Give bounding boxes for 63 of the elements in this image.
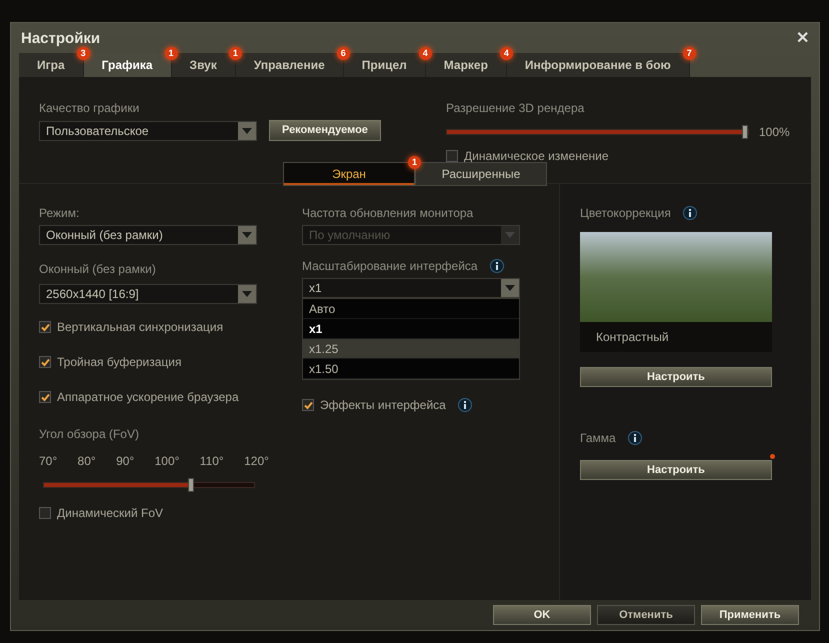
caret-icon <box>238 285 256 303</box>
checkbox[interactable] <box>39 507 51 519</box>
checkbox-label: Аппаратное ускорение браузера <box>57 389 239 406</box>
field-label: Частота обновления монитора <box>302 205 474 222</box>
notification-badge: 1 <box>164 47 178 60</box>
field-label: Качество графики <box>39 100 140 117</box>
tick-label: 110° <box>200 453 224 470</box>
field-label: Режим: <box>39 205 80 222</box>
checkbox[interactable] <box>446 150 458 162</box>
field-label: Оконный (без рамки) <box>39 262 156 276</box>
info-icon[interactable] <box>490 259 504 273</box>
checkbox[interactable] <box>39 321 51 333</box>
tick-label: 120° <box>244 453 269 470</box>
checkbox-label: Эффекты интерфейса <box>320 397 446 414</box>
slider-reading: 100% <box>759 124 790 141</box>
caret-icon <box>238 122 256 140</box>
close-button[interactable]: ✕ <box>796 27 809 51</box>
checkbox[interactable] <box>39 391 51 403</box>
scale-dropdown[interactable]: x1 <box>302 278 520 298</box>
tick-label: 100° <box>154 453 180 470</box>
mode-dropdown[interactable]: Оконный (без рамки) <box>39 225 257 245</box>
caret-icon <box>238 226 256 244</box>
slider-handle[interactable] <box>188 478 194 492</box>
footer-button[interactable]: Отменить <box>597 605 695 625</box>
field-label: Масштабирование интерфейса <box>302 258 478 275</box>
notification-badge: 3 <box>76 47 90 60</box>
configure-button[interactable]: Настроить <box>580 367 772 387</box>
checkbox-label: Вертикальная синхронизация <box>57 319 224 336</box>
footer-button[interactable]: OK <box>493 605 591 625</box>
quality-dropdown[interactable]: Пользовательское <box>39 120 257 140</box>
footer-button[interactable]: Применить <box>701 605 799 625</box>
field-label: Угол обзора (FoV) <box>39 427 139 441</box>
info-icon[interactable] <box>458 398 472 412</box>
notification-badge: 4 <box>418 47 432 60</box>
recommended-button[interactable]: Рекомендуемое <box>269 120 381 141</box>
notification-badge: 6 <box>336 47 350 60</box>
notification-badge: 4 <box>500 47 513 60</box>
field-label: Гамма <box>580 430 616 447</box>
dropdown-option[interactable]: x1.25 <box>303 339 519 359</box>
tick-label: 80° <box>78 453 96 470</box>
info-icon[interactable] <box>682 206 697 220</box>
tick-label: 90° <box>116 453 134 470</box>
info-icon[interactable] <box>628 431 642 445</box>
field-label: Разрешение 3D рендера <box>446 100 586 117</box>
checkbox[interactable] <box>302 399 314 411</box>
checkbox[interactable] <box>39 356 51 368</box>
preview-caption: Контрастный <box>595 329 670 346</box>
field-label: Цветокоррекция <box>580 205 671 222</box>
caret-icon <box>501 226 519 244</box>
checkbox-label: Динамический FoV <box>57 505 164 522</box>
resolution-dropdown[interactable]: 2560x1440 [16:9] <box>39 284 257 304</box>
notification-badge: 1 <box>408 156 421 169</box>
tick-label: 70° <box>39 453 58 470</box>
slider-handle[interactable] <box>742 125 748 139</box>
window-title: Настройки <box>21 28 100 49</box>
dropdown-option[interactable]: x1.50 <box>303 359 519 379</box>
notification-badge: 1 <box>228 47 242 60</box>
notification-badge: 7 <box>682 47 696 60</box>
checkbox-label: Динамическое изменение <box>464 148 609 165</box>
checkbox-label: Тройная буферизация <box>57 354 182 371</box>
dropdown-option[interactable]: Авто <box>303 299 519 319</box>
configure-button[interactable]: Настроить <box>580 460 772 480</box>
caret-icon <box>501 279 519 297</box>
